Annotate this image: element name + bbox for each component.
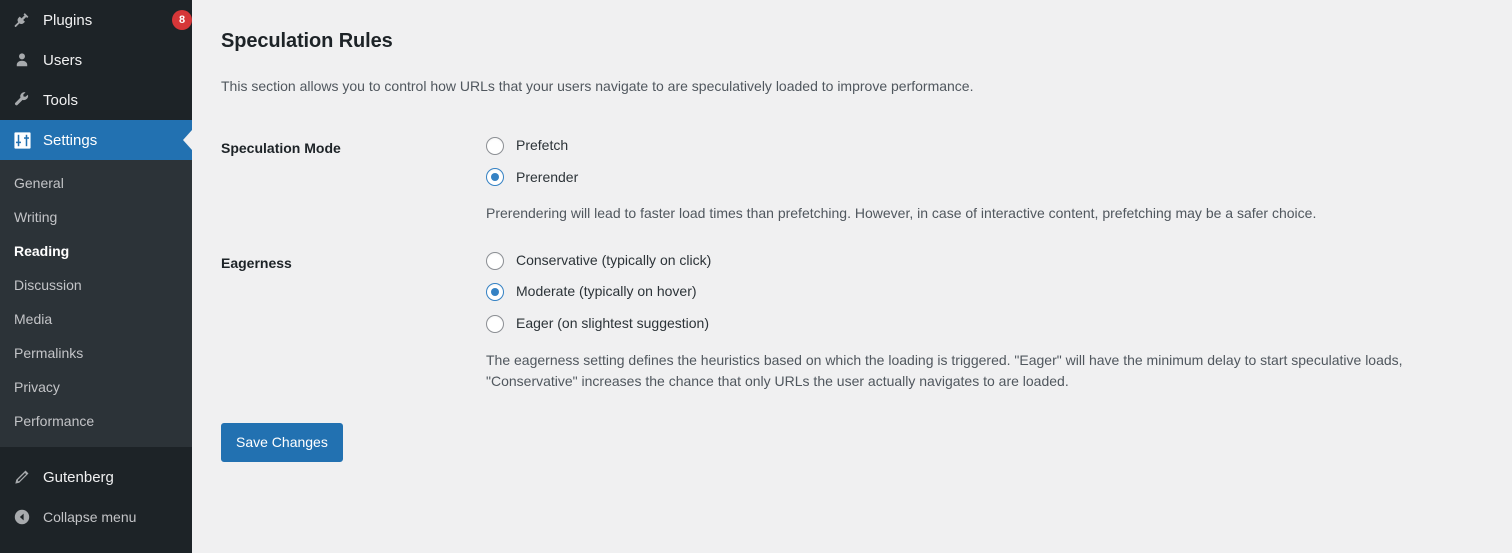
speculation-rules-form: Speculation Mode Prefetch Prerender Prer… — [221, 123, 1492, 406]
field-label-eagerness: Eagerness — [221, 254, 292, 271]
current-menu-arrow-icon — [183, 130, 192, 150]
sidebar-item-label: Plugins — [43, 11, 93, 29]
submit-area: Save Changes — [221, 406, 1492, 463]
sidebar-item-label: Tools — [43, 91, 79, 109]
field-description-speculation-mode: Prerendering will lead to faster load ti… — [486, 205, 1317, 222]
radio-label-conservative[interactable]: Conservative (typically on click) — [516, 251, 711, 271]
radio-label-eager[interactable]: Eager (on slightest suggestion) — [516, 314, 709, 334]
settings-sliders-icon — [11, 130, 33, 150]
radio-option-moderate[interactable]: Moderate (typically on hover) — [486, 282, 1482, 302]
radio-label-moderate[interactable]: Moderate (typically on hover) — [516, 282, 697, 302]
sidebar-item-label: Users — [43, 51, 83, 69]
radio-input-eager[interactable] — [486, 314, 504, 333]
collapse-menu-button[interactable]: Collapse menu — [0, 497, 192, 537]
field-label-speculation-mode: Speculation Mode — [221, 140, 341, 156]
submenu-item-discussion[interactable]: Discussion — [0, 268, 192, 302]
save-changes-button[interactable]: Save Changes — [221, 423, 343, 463]
settings-content: Speculation Rules This section allows yo… — [192, 0, 1512, 553]
plugin-icon — [11, 10, 33, 30]
radio-option-eager[interactable]: Eager (on slightest suggestion) — [486, 314, 1482, 334]
page-title: Speculation Rules — [221, 30, 393, 52]
collapse-arrow-icon — [11, 507, 33, 527]
submenu-item-general[interactable]: General — [0, 166, 192, 200]
collapse-menu-label: Collapse menu — [43, 509, 137, 525]
sidebar-item-gutenberg[interactable]: Gutenberg — [0, 457, 192, 497]
plugins-update-badge: 8 — [172, 10, 192, 30]
form-row-speculation-mode: Speculation Mode Prefetch Prerender Prer… — [221, 123, 1492, 238]
sidebar-top-menu: Plugins 8 Users Tools Settings — [0, 0, 192, 160]
submenu-item-performance[interactable]: Performance — [0, 404, 192, 438]
radio-input-prerender[interactable] — [486, 168, 504, 187]
submenu-item-permalinks[interactable]: Permalinks — [0, 336, 192, 370]
radio-input-prefetch[interactable] — [486, 136, 504, 155]
submenu-item-reading[interactable]: Reading — [0, 234, 192, 268]
sidebar-item-users[interactable]: Users — [0, 40, 192, 80]
radio-option-prefetch[interactable]: Prefetch — [486, 136, 1482, 156]
field-description-eagerness: The eagerness setting defines the heuris… — [486, 351, 1403, 390]
section-description: This section allows you to control how U… — [221, 78, 974, 94]
settings-submenu: General Writing Reading Discussion Media… — [0, 160, 192, 447]
radio-label-prefetch[interactable]: Prefetch — [516, 136, 568, 156]
sidebar-bottom-menu: Gutenberg Collapse menu — [0, 457, 192, 537]
submenu-item-media[interactable]: Media — [0, 302, 192, 336]
submenu-item-privacy[interactable]: Privacy — [0, 370, 192, 404]
admin-screen: Plugins 8 Users Tools Settings General W… — [0, 0, 1512, 553]
radio-label-prerender[interactable]: Prerender — [516, 168, 578, 188]
sidebar-item-tools[interactable]: Tools — [0, 80, 192, 120]
pencil-icon — [11, 467, 33, 487]
field-control-speculation-mode: Prefetch Prerender Prerendering will lea… — [486, 123, 1492, 238]
form-row-eagerness: Eagerness Conservative (typically on cli… — [221, 238, 1492, 406]
radio-input-moderate[interactable] — [486, 283, 504, 302]
radio-option-prerender[interactable]: Prerender — [486, 168, 1482, 188]
sidebar-item-settings[interactable]: Settings — [0, 120, 192, 160]
radio-option-conservative[interactable]: Conservative (typically on click) — [486, 251, 1482, 271]
sidebar-item-label: Gutenberg — [43, 468, 114, 486]
sidebar-item-plugins[interactable]: Plugins 8 — [0, 0, 192, 40]
radio-input-conservative[interactable] — [486, 251, 504, 270]
submenu-item-writing[interactable]: Writing — [0, 200, 192, 234]
admin-sidebar: Plugins 8 Users Tools Settings General W… — [0, 0, 192, 553]
wrench-icon — [11, 90, 33, 110]
user-icon — [11, 50, 33, 70]
field-control-eagerness: Conservative (typically on click) Modera… — [486, 238, 1492, 406]
sidebar-item-label: Settings — [43, 131, 98, 149]
